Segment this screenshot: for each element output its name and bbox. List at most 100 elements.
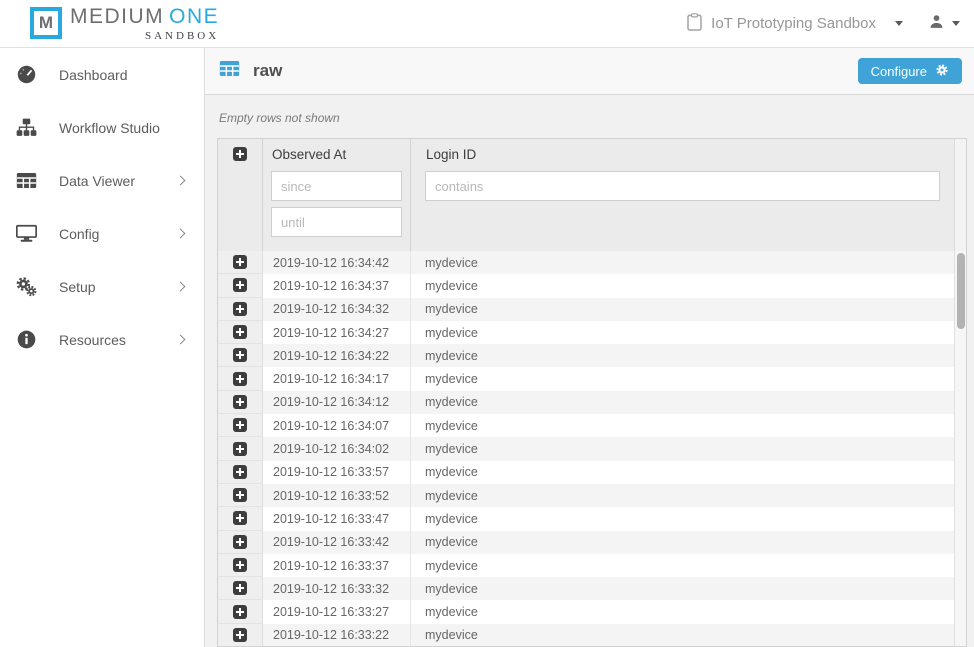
expand-cell [218,507,263,530]
login-id-cell: mydevice [411,531,966,554]
table-row[interactable]: 2019-10-12 16:34:17 mydevice [218,367,966,390]
scrollbar-thumb[interactable] [957,253,965,329]
expand-row-button[interactable] [233,325,247,339]
sidebar-item-dashboard[interactable]: Dashboard [0,48,204,101]
expand-cell [218,600,263,623]
table-row[interactable]: 2019-10-12 16:34:22 mydevice [218,344,966,367]
table-row[interactable]: 2019-10-12 16:34:02 mydevice [218,437,966,460]
table-row[interactable]: 2019-10-12 16:33:27 mydevice [218,600,966,623]
observed-at-cell: 2019-10-12 16:34:02 [263,437,411,460]
login-id-cell: mydevice [411,507,966,530]
expand-cell [218,251,263,274]
table-vertical-scrollbar[interactable] [954,251,966,646]
expand-row-button[interactable] [233,535,247,549]
since-filter-input[interactable] [271,171,402,201]
table-header: Observed At Login ID [218,139,966,251]
expand-row-button[interactable] [233,372,247,386]
expand-row-button[interactable] [233,348,247,362]
observed-at-cell: 2019-10-12 16:34:07 [263,414,411,437]
table-row[interactable]: 2019-10-12 16:33:57 mydevice [218,461,966,484]
expand-cell [218,367,263,390]
topbar-right: IoT Prototyping Sandbox [687,13,960,35]
table-row[interactable]: 2019-10-12 16:33:22 mydevice [218,624,966,646]
table-row[interactable]: 2019-10-12 16:33:37 mydevice [218,554,966,577]
login-id-cell: mydevice [411,437,966,460]
table-row[interactable]: 2019-10-12 16:34:07 mydevice [218,414,966,437]
logo-m-mark: M [30,7,62,39]
login-id-cell: mydevice [411,391,966,414]
observed-at-cell: 2019-10-12 16:33:52 [263,484,411,507]
login-id-cell: mydevice [411,251,966,274]
until-filter-input[interactable] [271,207,402,237]
observed-at-cell: 2019-10-12 16:34:27 [263,321,411,344]
table-row[interactable]: 2019-10-12 16:34:42 mydevice [218,251,966,274]
login-id-cell: mydevice [411,321,966,344]
expand-row-button[interactable] [233,278,247,292]
table-row[interactable]: 2019-10-12 16:33:47 mydevice [218,507,966,530]
expand-row-button[interactable] [233,395,247,409]
sidebar-item-resources[interactable]: Resources [0,313,204,366]
gears-icon [14,276,38,297]
login-id-cell: mydevice [411,298,966,321]
observed-at-cell: 2019-10-12 16:33:27 [263,600,411,623]
table-icon [219,58,240,84]
expand-cell [218,484,263,507]
sidebar-item-label: Dashboard [59,67,184,83]
logo-one: ONE [169,5,219,28]
page-title: raw [253,61,282,81]
sidebar-item-setup[interactable]: Setup [0,260,204,313]
sidebar-item-config[interactable]: Config [0,207,204,260]
expand-row-button[interactable] [233,581,247,595]
logo-m-letter: M [39,13,53,33]
expand-cell [218,624,263,646]
table-row[interactable]: 2019-10-12 16:34:32 mydevice [218,298,966,321]
table-row[interactable]: 2019-10-12 16:33:42 mydevice [218,531,966,554]
sidebar-item-workflow-studio[interactable]: Workflow Studio [0,101,204,154]
expand-row-button[interactable] [233,302,247,316]
expand-row-button[interactable] [233,605,247,619]
observed-at-cell: 2019-10-12 16:33:32 [263,577,411,600]
medium-one-logo[interactable]: M MEDIUMONE SANDBOX [30,5,219,42]
login-id-cell: mydevice [411,577,966,600]
contains-filter-input[interactable] [425,171,940,201]
expand-row-button[interactable] [233,442,247,456]
expand-all-header-cell [218,139,263,251]
table-row[interactable]: 2019-10-12 16:34:27 mydevice [218,321,966,344]
sidebar-item-label: Data Viewer [59,173,177,189]
login-id-cell: mydevice [411,600,966,623]
scrollbar-header-spacer [954,139,966,251]
expand-row-button[interactable] [233,465,247,479]
expand-row-button[interactable] [233,418,247,432]
user-icon [929,14,944,34]
expand-row-button[interactable] [233,488,247,502]
chevron-right-icon [176,335,186,345]
expand-row-button[interactable] [233,511,247,525]
configure-button[interactable]: Configure [858,58,962,84]
expand-row-button[interactable] [233,558,247,572]
login-id-cell: mydevice [411,367,966,390]
account-switcher[interactable]: IoT Prototyping Sandbox [687,13,903,35]
table-row[interactable]: 2019-10-12 16:34:12 mydevice [218,391,966,414]
table-row[interactable]: 2019-10-12 16:33:52 mydevice [218,484,966,507]
login-id-cell: mydevice [411,484,966,507]
table-row[interactable]: 2019-10-12 16:34:37 mydevice [218,274,966,297]
chevron-right-icon [176,176,186,186]
observed-at-cell: 2019-10-12 16:34:12 [263,391,411,414]
expand-cell [218,391,263,414]
login-id-cell: mydevice [411,624,966,646]
content-area: raw Configure Empty rows not shown [205,48,974,647]
table-icon [14,170,38,191]
expand-row-button[interactable] [233,255,247,269]
sidebar-item-data-viewer[interactable]: Data Viewer [0,154,204,207]
expand-cell [218,437,263,460]
user-menu[interactable] [929,14,960,34]
sidebar-item-label: Resources [59,332,177,348]
sidebar: Dashboard Workflow Studio [0,48,205,647]
table-row[interactable]: 2019-10-12 16:33:32 mydevice [218,577,966,600]
observed-at-cell: 2019-10-12 16:34:37 [263,274,411,297]
expand-row-button[interactable] [233,628,247,642]
configure-button-label: Configure [871,64,927,79]
logo-text: MEDIUMONE SANDBOX [70,5,219,42]
chevron-down-icon [952,21,960,26]
expand-all-button[interactable] [233,147,247,161]
